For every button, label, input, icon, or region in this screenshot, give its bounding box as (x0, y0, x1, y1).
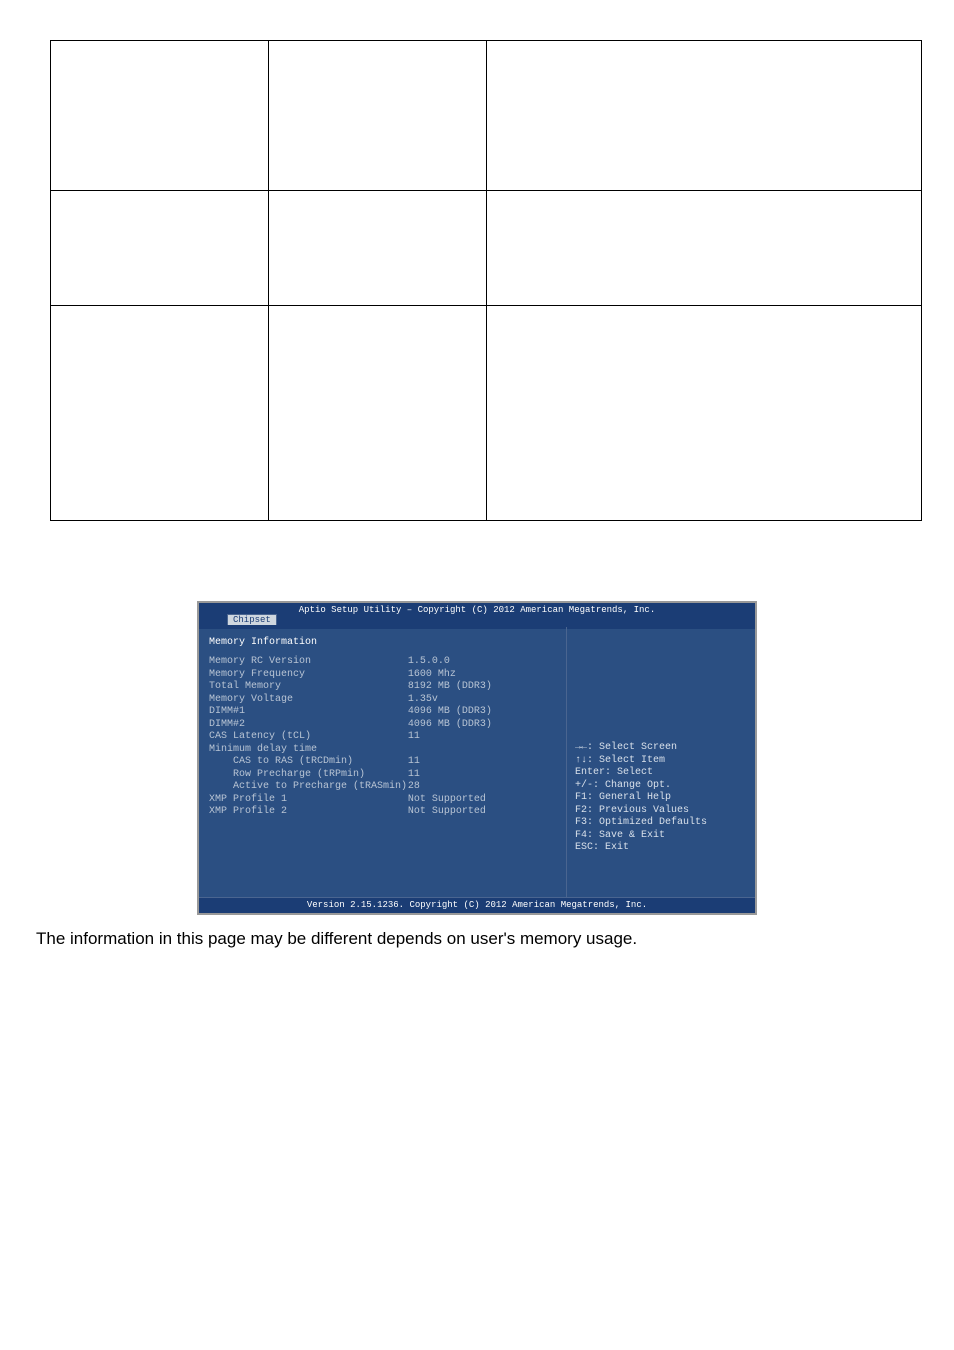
table-cell (268, 191, 486, 306)
bios-label: XMP Profile 1 (209, 794, 408, 807)
table-cell (486, 41, 922, 191)
bios-label: Memory RC Version (209, 656, 408, 669)
bios-tab-chipset: Chipset (227, 614, 277, 625)
bios-info-row: Memory RC Version1.5.0.0 (209, 656, 558, 669)
bios-label: Total Memory (209, 681, 408, 694)
footnote-text: The information in this page may be diff… (36, 929, 954, 949)
bios-right-pane: →←: Select Screen↑↓: Select ItemEnter: S… (566, 627, 755, 897)
bios-info-row: Memory Frequency1600 Mhz (209, 669, 558, 682)
bios-info-row: Row Precharge (tRPmin)11 (209, 769, 558, 782)
bios-value: 4096 MB (DDR3) (408, 706, 558, 719)
bios-label: Minimum delay time (209, 744, 408, 757)
table-row (51, 191, 922, 306)
bios-help-line: F1: General Help (575, 792, 749, 805)
bios-value: 11 (408, 731, 558, 744)
bios-label: Memory Voltage (209, 694, 408, 707)
bios-info-row: Memory Voltage1.35v (209, 694, 558, 707)
bios-value (408, 744, 558, 757)
bios-footer: Version 2.15.1236. Copyright (C) 2012 Am… (199, 897, 755, 913)
bios-help-line: F3: Optimized Defaults (575, 817, 749, 830)
bios-label: DIMM#2 (209, 719, 408, 732)
bios-label: CAS to RAS (tRCDmin) (209, 756, 408, 769)
bios-help-line: ESC: Exit (575, 842, 749, 855)
table-cell (51, 41, 269, 191)
table-cell (51, 191, 269, 306)
bios-info-row: DIMM#14096 MB (DDR3) (209, 706, 558, 719)
bios-help-line: F2: Previous Values (575, 805, 749, 818)
bios-label: DIMM#1 (209, 706, 408, 719)
bios-screenshot: Aptio Setup Utility – Copyright (C) 2012… (197, 601, 757, 915)
table-row (51, 306, 922, 521)
bios-help-line: +/-: Change Opt. (575, 780, 749, 793)
bios-label: CAS Latency (tCL) (209, 731, 408, 744)
table-cell (486, 306, 922, 521)
table-cell (51, 306, 269, 521)
table-cell (486, 191, 922, 306)
bios-info-row: XMP Profile 2Not Supported (209, 806, 558, 819)
bios-label: Active to Precharge (tRASmin) (209, 781, 408, 794)
bios-value: 1.5.0.0 (408, 656, 558, 669)
bios-label: XMP Profile 2 (209, 806, 408, 819)
bios-header: Aptio Setup Utility – Copyright (C) 2012… (199, 603, 755, 627)
table-row (51, 41, 922, 191)
bios-help-line: →←: Select Screen (575, 742, 749, 755)
bios-info-row: Total Memory8192 MB (DDR3) (209, 681, 558, 694)
bios-info-row: Active to Precharge (tRASmin)28 (209, 781, 558, 794)
table-cell (268, 41, 486, 191)
bios-value: 11 (408, 769, 558, 782)
bios-help-line: F4: Save & Exit (575, 830, 749, 843)
bios-info-row: Minimum delay time (209, 744, 558, 757)
bios-value: 1.35v (408, 694, 558, 707)
bios-section-title: Memory Information (209, 637, 558, 648)
bios-info-row: XMP Profile 1Not Supported (209, 794, 558, 807)
bios-value: 1600 Mhz (408, 669, 558, 682)
bios-help-line: Enter: Select (575, 767, 749, 780)
bios-info-row: DIMM#24096 MB (DDR3) (209, 719, 558, 732)
bios-value: 4096 MB (DDR3) (408, 719, 558, 732)
table-cell (268, 306, 486, 521)
bios-info-row: CAS to RAS (tRCDmin)11 (209, 756, 558, 769)
bios-value: Not Supported (408, 794, 558, 807)
bios-label: Memory Frequency (209, 669, 408, 682)
doc-table (50, 40, 922, 521)
bios-label: Row Precharge (tRPmin) (209, 769, 408, 782)
bios-value: Not Supported (408, 806, 558, 819)
bios-help: →←: Select Screen↑↓: Select ItemEnter: S… (575, 742, 749, 855)
bios-value: 11 (408, 756, 558, 769)
bios-left-pane: Memory Information Memory RC Version1.5.… (199, 627, 566, 897)
bios-help-line: ↑↓: Select Item (575, 755, 749, 768)
bios-value: 28 (408, 781, 558, 794)
bios-value: 8192 MB (DDR3) (408, 681, 558, 694)
bios-header-title: Aptio Setup Utility – Copyright (C) 2012… (199, 603, 755, 615)
bios-info-row: CAS Latency (tCL)11 (209, 731, 558, 744)
